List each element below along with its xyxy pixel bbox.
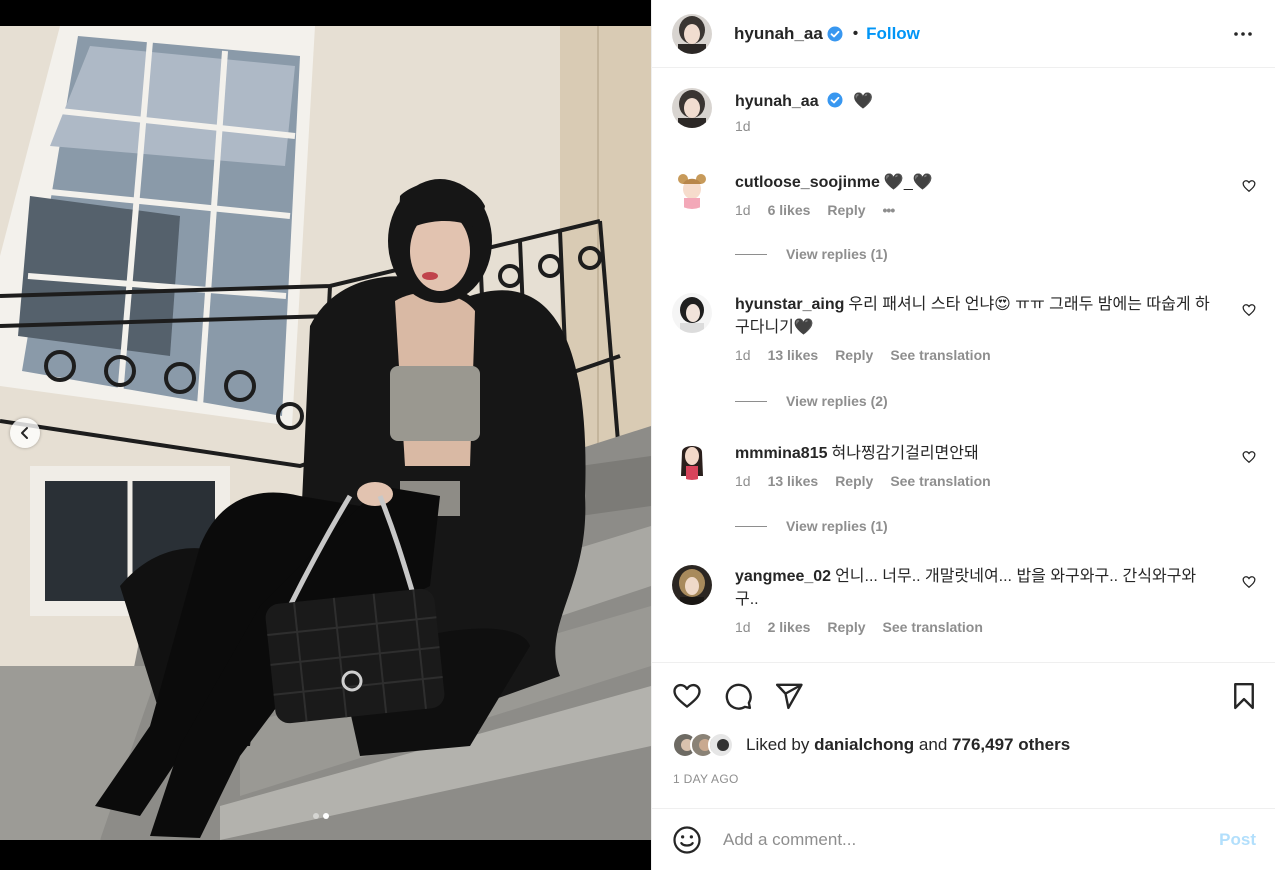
comment-icon[interactable]	[723, 681, 753, 711]
like-comment-heart-icon[interactable]	[1242, 303, 1256, 317]
divider	[735, 525, 767, 527]
comment-text: 🖤_🖤	[883, 174, 933, 191]
view-replies-button[interactable]: View replies (1)	[735, 518, 888, 534]
author-avatar[interactable]	[672, 88, 712, 128]
carousel-indicator	[313, 813, 329, 819]
media-pane	[0, 0, 651, 870]
comment-composer: Post	[652, 808, 1275, 870]
reply-button[interactable]: Reply	[827, 202, 865, 218]
comment-likes[interactable]: 2 likes	[768, 619, 811, 635]
commenter-avatar[interactable]	[672, 293, 712, 333]
commenter-avatar[interactable]	[672, 565, 712, 605]
instagram-post-modal: hyunah_aa • Follow hyunah_aa 🖤 1d cutloo…	[0, 0, 1275, 870]
commenter-username[interactable]: cutloose_soojinme	[735, 174, 880, 191]
comment-item: yangmee_02 언니... 너무.. 개말랏네여... 밥을 와구와구.. …	[672, 565, 1256, 645]
comment-likes[interactable]: 13 likes	[768, 473, 819, 489]
comment-time[interactable]: 1d	[735, 202, 751, 218]
post-date: 1 DAY AGO	[673, 772, 739, 786]
post-header: hyunah_aa • Follow	[652, 0, 1275, 68]
header-separator: •	[852, 25, 859, 42]
more-options-icon[interactable]	[1231, 22, 1255, 46]
liker-username[interactable]: danialchong	[814, 735, 914, 754]
comment-item: mmmina815 혀나찡감기걸리면안돼 1d 13 likes Reply Se…	[672, 440, 1256, 500]
comments-list: hyunah_aa 🖤 1d cutloose_soojinme 🖤_🖤 1d 6…	[652, 69, 1275, 662]
commenter-username[interactable]: mmmina815	[735, 445, 828, 462]
author-username[interactable]: hyunah_aa	[734, 24, 823, 44]
liker-avatar	[708, 732, 734, 758]
bookmark-icon[interactable]	[1229, 681, 1259, 711]
comment-item: cutloose_soojinme 🖤_🖤 1d 6 likes Reply ••…	[672, 169, 1256, 229]
reply-button[interactable]: Reply	[835, 473, 873, 489]
post-comment-button[interactable]: Post	[1219, 830, 1256, 850]
carousel-dot	[313, 813, 319, 819]
like-comment-heart-icon[interactable]	[1242, 450, 1256, 464]
comment-likes[interactable]: 13 likes	[768, 347, 819, 363]
likes-text[interactable]: Liked by danialchong and 776,497 others	[746, 735, 1070, 755]
commenter-username[interactable]: yangmee_02	[735, 568, 831, 585]
divider	[735, 400, 767, 402]
comment-likes[interactable]: 6 likes	[768, 202, 811, 218]
heart-icon[interactable]	[672, 681, 702, 711]
chevron-left-icon	[21, 427, 28, 439]
see-translation-button[interactable]: See translation	[890, 473, 990, 489]
post-actions	[652, 662, 1275, 727]
caption-row: hyunah_aa 🖤 1d	[672, 88, 1256, 148]
author-avatar[interactable]	[672, 13, 712, 54]
comment-time[interactable]: 1d	[735, 473, 751, 489]
post-details-panel: hyunah_aa • Follow hyunah_aa 🖤 1d cutloo…	[651, 0, 1275, 870]
caption-time: 1d	[735, 118, 751, 134]
post-photo	[0, 26, 651, 840]
previous-photo-button[interactable]	[10, 418, 40, 448]
share-icon[interactable]	[774, 681, 804, 711]
commenter-avatar[interactable]	[672, 440, 712, 480]
emoji-icon[interactable]	[672, 825, 702, 855]
like-comment-heart-icon[interactable]	[1242, 179, 1256, 193]
author-username[interactable]: hyunah_aa	[735, 93, 819, 110]
comment-text: 혀나찡감기걸리면안돼	[831, 445, 979, 462]
see-translation-button[interactable]: See translation	[890, 347, 990, 363]
likes-count[interactable]: 776,497 others	[952, 735, 1070, 754]
like-comment-heart-icon[interactable]	[1242, 575, 1256, 589]
caption-text: hyunah_aa 🖤	[735, 90, 1216, 113]
verified-badge-icon	[827, 92, 843, 108]
caption-body: 🖤	[853, 93, 873, 110]
comment-time[interactable]: 1d	[735, 347, 751, 363]
view-replies-button[interactable]: View replies (2)	[735, 393, 888, 409]
verified-badge-icon	[827, 26, 843, 41]
carousel-dot-active	[323, 813, 329, 819]
comment-item: hyunstar_aing 우리 패셔니 스타 언냐😍 ㅠㅠ 그래두 밤에는 따숩…	[672, 293, 1256, 373]
divider	[735, 253, 767, 255]
commenter-username[interactable]: hyunstar_aing	[735, 296, 844, 313]
comment-time[interactable]: 1d	[735, 619, 751, 635]
comment-more-button[interactable]: •••	[883, 202, 896, 218]
reply-button[interactable]: Reply	[835, 347, 873, 363]
commenter-avatar[interactable]	[672, 169, 712, 209]
view-replies-button[interactable]: View replies (1)	[735, 246, 888, 262]
reply-button[interactable]: Reply	[827, 619, 865, 635]
likes-summary: Liked by danialchong and 776,497 others	[672, 732, 1070, 758]
see-translation-button[interactable]: See translation	[883, 619, 983, 635]
follow-button[interactable]: Follow	[866, 24, 920, 44]
comment-input[interactable]	[723, 829, 1193, 850]
